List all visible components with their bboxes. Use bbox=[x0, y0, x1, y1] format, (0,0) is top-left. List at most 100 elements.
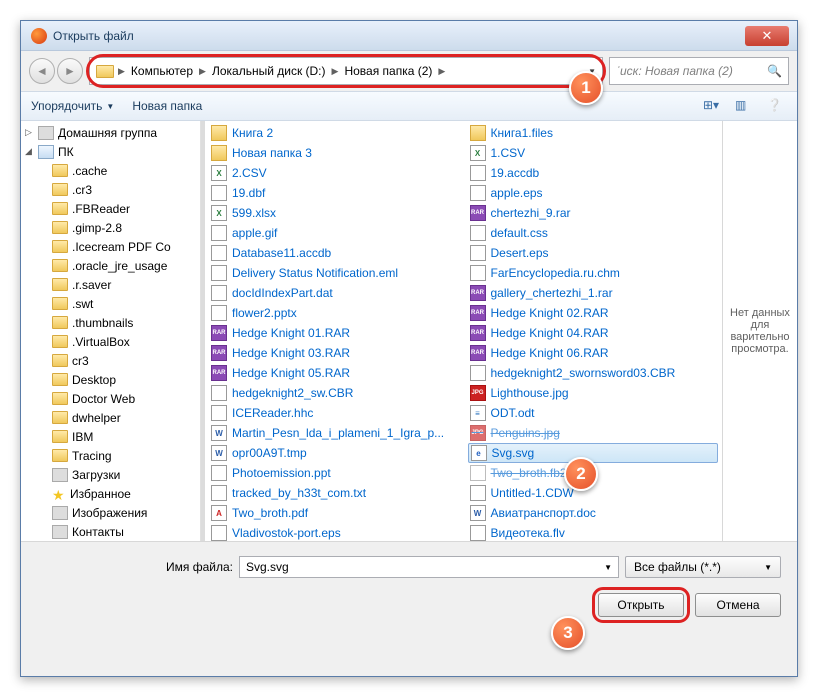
generic-icon bbox=[38, 126, 54, 140]
open-button[interactable]: Открыть bbox=[598, 593, 684, 617]
forward-button[interactable]: ► bbox=[57, 58, 83, 84]
file-item[interactable]: hedgeknight2_sw.CBR bbox=[209, 383, 460, 403]
generic-icon bbox=[52, 525, 68, 539]
tree-item[interactable]: .r.saver bbox=[21, 275, 200, 294]
file-item[interactable]: Database11.accdb bbox=[209, 243, 460, 263]
tree-item-label: .swt bbox=[72, 297, 93, 311]
file-icon: RAR bbox=[470, 305, 486, 321]
cancel-button[interactable]: Отмена bbox=[695, 593, 781, 617]
file-item[interactable]: apple.eps bbox=[468, 183, 719, 203]
file-item[interactable]: ATwo_broth.pdf bbox=[209, 503, 460, 523]
tree-item[interactable]: .oracle_jre_usage bbox=[21, 256, 200, 275]
tree-item[interactable]: dwhelper bbox=[21, 408, 200, 427]
file-item[interactable]: Книга1.files bbox=[468, 123, 719, 143]
tree-item[interactable]: ▷Домашняя группа bbox=[21, 123, 200, 142]
file-item[interactable]: WАвиатранспорт.doc bbox=[468, 503, 719, 523]
file-name: Photoemission.ppt bbox=[232, 466, 331, 480]
organize-menu[interactable]: Упорядочить▼ bbox=[31, 99, 114, 113]
tree-item[interactable]: Загрузки bbox=[21, 465, 200, 484]
file-item[interactable]: X2.CSV bbox=[209, 163, 460, 183]
breadcrumb-seg[interactable]: Новая папка (2) bbox=[342, 64, 434, 78]
view-options-button[interactable]: ⊞▾ bbox=[703, 98, 723, 114]
file-name: Книга 2 bbox=[232, 126, 273, 140]
file-type-filter[interactable]: Все файлы (*.*) ▼ bbox=[625, 556, 781, 578]
file-item[interactable]: ICEReader.hhc bbox=[209, 403, 460, 423]
breadcrumb-seg[interactable]: Локальный диск (D:) bbox=[210, 64, 328, 78]
filename-input[interactable]: Svg.svg ▼ bbox=[239, 556, 619, 578]
file-icon bbox=[470, 485, 486, 501]
file-item[interactable]: hedgeknight2_swornsword03.CBR bbox=[468, 363, 719, 383]
file-item[interactable]: apple.gif bbox=[209, 223, 460, 243]
file-name: Hedge Knight 01.RAR bbox=[232, 326, 350, 340]
file-item[interactable]: RARHedge Knight 05.RAR bbox=[209, 363, 460, 383]
open-button-highlight: Открыть bbox=[595, 590, 687, 620]
new-folder-button[interactable]: Новая папка bbox=[132, 99, 202, 113]
file-item[interactable]: RARHedge Knight 03.RAR bbox=[209, 343, 460, 363]
file-item[interactable]: JPGPenguins.jpg bbox=[468, 423, 719, 443]
file-item[interactable]: RARchertezhi_9.rar bbox=[468, 203, 719, 223]
file-item[interactable]: JPGLighthouse.jpg bbox=[468, 383, 719, 403]
file-icon: RAR bbox=[470, 205, 486, 221]
tree-item[interactable]: Desktop bbox=[21, 370, 200, 389]
search-input[interactable]: ˈиск: Новая папка (2) 🔍 bbox=[609, 57, 789, 85]
tree-item[interactable]: .VirtualBox bbox=[21, 332, 200, 351]
file-item[interactable]: X599.xlsx bbox=[209, 203, 460, 223]
file-list[interactable]: Книга 2 Новая папка 3X2.CSV 19.dbf X599.xls… bbox=[205, 121, 723, 541]
tree-item-label: Избранное bbox=[70, 487, 131, 501]
breadcrumb-seg[interactable]: Компьютер bbox=[129, 64, 195, 78]
file-item[interactable]: Книга 2 bbox=[209, 123, 460, 143]
file-item[interactable]: Photoemission.ppt bbox=[209, 463, 460, 483]
tree-item[interactable]: .gimp-2.8 bbox=[21, 218, 200, 237]
tree-item[interactable]: Контакты bbox=[21, 522, 200, 541]
tree-item[interactable]: Tracing bbox=[21, 446, 200, 465]
file-item[interactable]: Новая папка 3 bbox=[209, 143, 460, 163]
breadcrumb[interactable]: ▶ Компьютер ▶ Локальный диск (D:) ▶ Нова… bbox=[89, 57, 603, 85]
file-item[interactable]: WMartin_Pesn_lda_i_plameni_1_Igra_p... bbox=[209, 423, 460, 443]
file-item[interactable]: FarEncyclopedia.ru.chm bbox=[468, 263, 719, 283]
file-item[interactable]: RARHedge Knight 02.RAR bbox=[468, 303, 719, 323]
file-item[interactable]: Wopr00A9T.tmp bbox=[209, 443, 460, 463]
file-item[interactable]: Vladivostok-port.eps bbox=[209, 523, 460, 541]
file-item[interactable]: Desert.eps bbox=[468, 243, 719, 263]
file-item[interactable]: ≡ODT.odt bbox=[468, 403, 719, 423]
tree-item[interactable]: .FBReader bbox=[21, 199, 200, 218]
file-item[interactable]: Видеотека.flv bbox=[468, 523, 719, 541]
file-item[interactable]: RARHedge Knight 06.RAR bbox=[468, 343, 719, 363]
chevron-down-icon[interactable]: ▼ bbox=[604, 563, 612, 572]
file-item[interactable]: default.css bbox=[468, 223, 719, 243]
file-item-selected[interactable]: eSvg.svg bbox=[468, 443, 719, 463]
tree-item[interactable]: .thumbnails bbox=[21, 313, 200, 332]
tree-item[interactable]: .cache bbox=[21, 161, 200, 180]
file-item[interactable]: Delivery Status Notification.eml bbox=[209, 263, 460, 283]
file-name: opr00A9T.tmp bbox=[232, 446, 307, 460]
file-item[interactable]: RARgallery_chertezhi_1.rar bbox=[468, 283, 719, 303]
preview-pane-button[interactable]: ▥ bbox=[735, 98, 755, 114]
tree-item[interactable]: cr3 bbox=[21, 351, 200, 370]
file-icon bbox=[211, 245, 227, 261]
file-icon: RAR bbox=[211, 345, 227, 361]
tree-item[interactable]: ◢ПК bbox=[21, 142, 200, 161]
file-item[interactable]: tracked_by_h33t_com.txt bbox=[209, 483, 460, 503]
file-item[interactable]: docIdIndexPart.dat bbox=[209, 283, 460, 303]
file-item[interactable]: 19.dbf bbox=[209, 183, 460, 203]
help-button[interactable]: ❔ bbox=[767, 98, 787, 114]
tree-item[interactable]: .cr3 bbox=[21, 180, 200, 199]
tree-item[interactable]: .swt bbox=[21, 294, 200, 313]
tree-item[interactable]: IBM bbox=[21, 427, 200, 446]
chevron-down-icon[interactable]: ▼ bbox=[764, 563, 772, 572]
file-item[interactable]: 19.accdb bbox=[468, 163, 719, 183]
back-button[interactable]: ◄ bbox=[29, 58, 55, 84]
tree-item[interactable]: Изображения bbox=[21, 503, 200, 522]
tree-item[interactable]: Doctor Web bbox=[21, 389, 200, 408]
tree-item[interactable]: ★Избранное bbox=[21, 484, 200, 503]
folder-tree[interactable]: ▷Домашняя группа◢ПК.cache.cr3.FBReader.g… bbox=[21, 121, 201, 541]
file-name: 19.dbf bbox=[232, 186, 265, 200]
tree-item[interactable]: .Icecream PDF Co bbox=[21, 237, 200, 256]
close-button[interactable]: ✕ bbox=[745, 26, 789, 46]
file-item[interactable]: X1.CSV bbox=[468, 143, 719, 163]
tree-item-label: .thumbnails bbox=[72, 316, 133, 330]
file-item[interactable]: RARHedge Knight 01.RAR bbox=[209, 323, 460, 343]
file-item[interactable]: flower2.pptx bbox=[209, 303, 460, 323]
file-item[interactable]: RARHedge Knight 04.RAR bbox=[468, 323, 719, 343]
folder-icon bbox=[52, 202, 68, 215]
